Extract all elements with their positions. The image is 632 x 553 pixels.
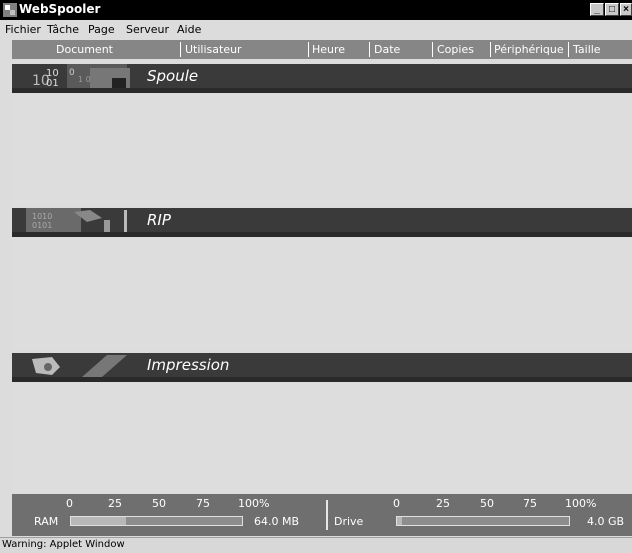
column-header: Document Utilisateur Heure Date Copies P… [12,40,632,59]
column-document[interactable]: Document [56,43,113,56]
ram-label: RAM [34,515,59,528]
title-bar[interactable]: WebSpooler _ □ × [0,0,632,20]
drive-tick-0: 0 [393,497,400,510]
ram-tick-0: 0 [66,497,73,510]
section-title-spoule: Spoule [147,67,199,85]
applet-window: WebSpooler _ □ × Fichier Tâche Page Serv… [0,0,632,553]
drive-tick-75: 75 [523,497,537,510]
banner-shadow [12,88,632,93]
binary-digits-art: 10 10 01 0 1 0 [12,64,137,88]
column-peripherique[interactable]: Périphérique [494,43,564,56]
column-utilisateur[interactable]: Utilisateur [185,43,242,56]
column-divider[interactable] [180,42,181,57]
status-bar: Warning: Applet Window [0,537,632,553]
column-heure[interactable]: Heure [312,43,345,56]
resource-gauges: 0 25 50 75 100% RAM 64.0 MB 0 25 50 75 1… [12,494,632,536]
column-divider[interactable] [432,42,433,57]
ram-tick-75: 75 [196,497,210,510]
binary-ribbon-art: 1010 0101 [12,208,137,232]
print-list[interactable] [12,383,632,493]
drive-gauge [396,516,570,526]
gauge-separator [326,500,328,530]
banner-shadow [12,232,632,237]
ram-tick-100: 100% [238,497,270,510]
ram-tick-25: 25 [108,497,122,510]
drive-tick-25: 25 [436,497,450,510]
app-icon [3,3,17,17]
left-margin [0,40,12,537]
svg-text:1010: 1010 [32,212,52,221]
section-title-rip: RIP [147,211,171,229]
printer-art [12,353,137,377]
section-title-impression: Impression [147,356,230,374]
window-title: WebSpooler [19,2,101,16]
svg-text:0101: 0101 [32,221,52,230]
drive-gauge-fill [397,517,403,525]
close-icon: × [623,4,629,15]
spool-list[interactable] [12,94,632,206]
svg-text:1 0: 1 0 [78,75,91,84]
svg-text:01: 01 [46,78,59,88]
menu-bar: Fichier Tâche Page Serveur Aide [0,20,632,39]
menu-serveur[interactable]: Serveur [126,23,169,36]
column-divider[interactable] [369,42,370,57]
maximize-button[interactable]: □ [605,3,619,16]
menu-fichier[interactable]: Fichier [5,23,41,36]
drive-label: Drive [334,515,364,528]
section-banner-rip[interactable]: 1010 0101 RIP [12,208,632,237]
rip-list[interactable] [12,238,632,350]
menu-aide[interactable]: Aide [177,23,201,36]
minimize-button[interactable]: _ [590,3,604,16]
column-copies[interactable]: Copies [437,43,474,56]
column-divider[interactable] [308,42,309,57]
drive-value: 4.0 GB [587,515,625,528]
section-banner-spoule[interactable]: 10 10 01 0 1 0 Spoule [12,64,632,93]
menu-tache[interactable]: Tâche [47,23,79,36]
ram-value: 64.0 MB [254,515,300,528]
ram-tick-50: 50 [152,497,166,510]
column-divider[interactable] [490,42,491,57]
drive-tick-100: 100% [565,497,597,510]
column-date[interactable]: Date [374,43,400,56]
maximize-icon: □ [608,4,616,15]
status-text: Warning: Applet Window [2,539,125,550]
close-button[interactable]: × [620,3,632,16]
minimize-icon: _ [594,4,600,15]
ram-gauge-fill [71,517,126,525]
column-taille[interactable]: Taille [573,43,601,56]
ram-gauge [70,516,243,526]
menu-page[interactable]: Page [88,23,115,36]
svg-text:0: 0 [69,68,75,78]
drive-tick-50: 50 [480,497,494,510]
section-banner-impression[interactable]: Impression [12,353,632,382]
column-divider[interactable] [568,42,569,57]
banner-shadow [12,377,632,382]
